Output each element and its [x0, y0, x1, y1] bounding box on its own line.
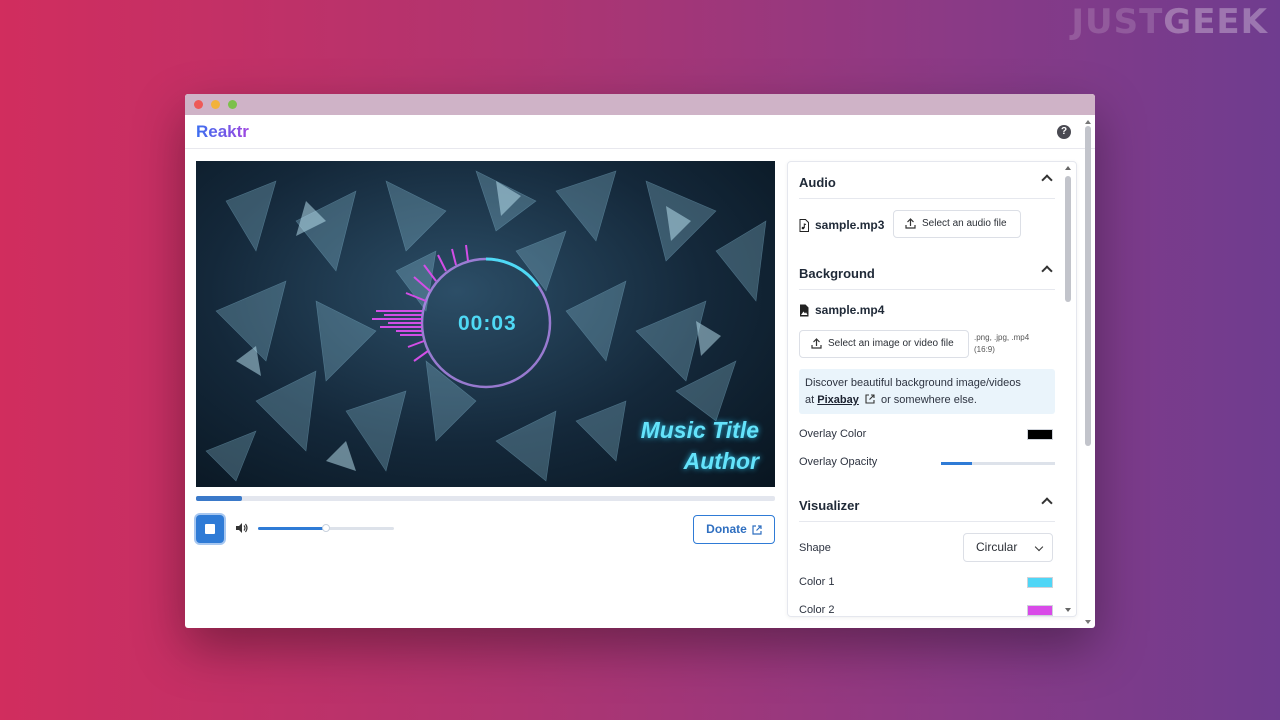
info-text-1: Discover beautiful background image/vide… — [805, 377, 1021, 389]
visualizer-section-header[interactable]: Visualizer — [799, 485, 1055, 522]
background-file-name: sample.mp4 — [799, 303, 884, 317]
volume-icon[interactable] — [235, 522, 249, 534]
chevron-up-icon[interactable] — [1041, 174, 1053, 186]
volume-slider-handle[interactable] — [322, 524, 330, 532]
shape-select-value: Circular — [976, 540, 1018, 554]
watermark-part-1: JUST — [1071, 2, 1164, 42]
scroll-down-icon[interactable] — [1065, 608, 1071, 612]
donate-label: Donate — [706, 522, 747, 536]
song-author-overlay: Author — [683, 448, 759, 474]
upload-icon — [905, 218, 916, 229]
info-at: at — [805, 394, 815, 406]
stop-button[interactable] — [196, 515, 224, 543]
overlay-color-label: Overlay Color — [799, 428, 867, 440]
video-preview: 00:03 Music Title Author — [196, 161, 775, 487]
background-file-hint: .png, .jpg, .mp4 (16:9) — [974, 332, 1029, 356]
audio-file-name: sample.mp3 — [799, 218, 884, 232]
close-window-button[interactable] — [194, 100, 203, 109]
background-section-title: Background — [799, 266, 875, 281]
watermark-part-2: GEEK — [1163, 2, 1268, 42]
select-background-file-label: Select an image or video file — [828, 338, 954, 349]
color-1-label: Color 1 — [799, 576, 835, 588]
settings-panel: Audio sample.mp3 Select an audio file Ba… — [787, 161, 1077, 617]
playback-progress-fill — [196, 496, 243, 501]
info-text-line-2: at Pixabay or somewhere else. — [805, 392, 1049, 409]
file-hint-line-2: (16:9) — [974, 345, 995, 354]
audio-file-name-text: sample.mp3 — [815, 218, 885, 232]
color-2-swatch[interactable] — [1027, 605, 1053, 616]
file-hint-line-1: .png, .jpg, .mp4 — [974, 333, 1030, 342]
playback-progress-bar[interactable] — [196, 496, 775, 501]
shape-label: Shape — [799, 542, 831, 554]
overlay-color-swatch[interactable] — [1027, 429, 1053, 440]
overlay-opacity-fill — [941, 462, 972, 465]
audio-section-header[interactable]: Audio — [799, 162, 1055, 199]
shape-select[interactable]: Circular — [963, 533, 1053, 562]
overlay-opacity-label: Overlay Opacity — [799, 456, 878, 468]
maximize-window-button[interactable] — [228, 100, 237, 109]
chevron-up-icon[interactable] — [1041, 497, 1053, 509]
audio-section-title: Audio — [799, 175, 836, 190]
background-section-header[interactable]: Background — [799, 253, 1055, 290]
scroll-up-icon[interactable] — [1085, 120, 1091, 124]
app-header: Reaktr ? — [185, 115, 1095, 149]
color-1-swatch[interactable] — [1027, 577, 1053, 588]
app-logo[interactable]: Reaktr — [196, 122, 249, 142]
color-2-label: Color 2 — [799, 604, 835, 616]
image-file-icon — [800, 304, 809, 317]
chevron-up-icon[interactable] — [1041, 265, 1053, 277]
info-text-2: or somewhere else. — [880, 394, 977, 406]
window-scrollbar-thumb[interactable] — [1085, 126, 1091, 446]
window-titlebar — [185, 94, 1095, 115]
panel-scrollbar-thumb[interactable] — [1065, 176, 1071, 302]
background-file-name-text: sample.mp4 — [815, 303, 885, 317]
volume-slider[interactable] — [258, 524, 394, 532]
window-scrollbar[interactable] — [1083, 120, 1093, 624]
song-title-overlay: Music Title — [640, 417, 759, 443]
pixabay-info-box: Discover beautiful background image/vide… — [799, 369, 1055, 414]
watermark-logo: JUSTGEEK — [1071, 2, 1268, 42]
volume-slider-fill — [258, 527, 326, 530]
chevron-down-icon — [1034, 542, 1044, 552]
select-audio-file-button[interactable]: Select an audio file — [893, 210, 1021, 238]
upload-icon — [811, 338, 822, 349]
select-background-file-button[interactable]: Select an image or video file — [799, 330, 969, 358]
music-file-icon — [799, 219, 809, 232]
minimize-window-button[interactable] — [211, 100, 220, 109]
scroll-up-icon[interactable] — [1065, 166, 1071, 170]
overlay-opacity-slider[interactable] — [941, 462, 1055, 465]
external-link-icon[interactable] — [865, 394, 875, 404]
app-window: Reaktr ? 00:03 Music Title Author Donate… — [185, 94, 1095, 628]
external-link-icon — [752, 525, 762, 535]
scroll-down-icon[interactable] — [1085, 620, 1091, 624]
playback-timer: 00:03 — [458, 312, 517, 335]
visualizer-section-title: Visualizer — [799, 498, 860, 513]
donate-button[interactable]: Donate — [693, 515, 775, 544]
pixabay-link[interactable]: Pixabay — [817, 394, 859, 406]
panel-scrollbar[interactable] — [1062, 164, 1074, 614]
question-circle-icon[interactable]: ? — [1057, 125, 1071, 139]
select-audio-file-label: Select an audio file — [922, 218, 1007, 229]
stop-icon — [205, 524, 215, 534]
